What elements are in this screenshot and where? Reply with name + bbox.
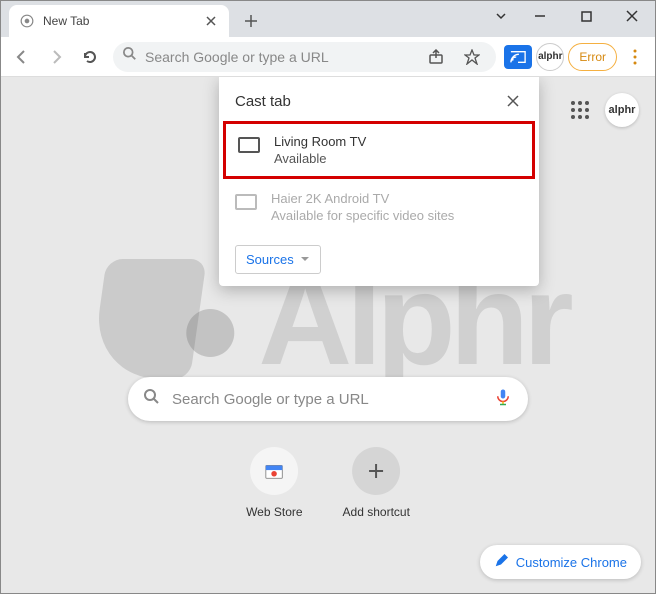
device-info: Living Room TV Available (274, 134, 366, 166)
sources-dropdown[interactable]: Sources (235, 245, 321, 274)
share-icon[interactable] (422, 43, 450, 71)
cast-panel: Cast tab Living Room TV Available Haier … (219, 77, 539, 286)
error-button[interactable]: Error (568, 43, 617, 71)
tab-title: New Tab (43, 14, 195, 28)
window-close-button[interactable] (609, 1, 655, 31)
ntp-header-icons: alphr (571, 93, 639, 127)
window-minimize-button[interactable] (517, 1, 563, 31)
plus-icon (352, 447, 400, 495)
shortcut-web-store[interactable]: Web Store (246, 447, 302, 519)
cast-panel-title: Cast tab (235, 93, 291, 110)
search-icon (123, 47, 137, 66)
new-tab-button[interactable] (237, 7, 265, 35)
device-info: Haier 2K Android TV Available for specif… (271, 191, 454, 223)
pencil-icon (494, 554, 508, 571)
ntp-search-box[interactable]: Search Google or type a URL (128, 377, 528, 421)
chrome-favicon-icon (19, 13, 35, 29)
tab-close-icon[interactable] (203, 13, 219, 29)
customize-chrome-button[interactable]: Customize Chrome (480, 545, 641, 579)
cast-icon[interactable] (504, 45, 532, 69)
chevron-down-icon (300, 252, 310, 267)
search-icon (144, 389, 160, 410)
shortcut-label: Add shortcut (343, 505, 410, 519)
menu-dots-icon[interactable] (621, 43, 649, 71)
cast-device-haier[interactable]: Haier 2K Android TV Available for specif… (219, 179, 539, 235)
address-bar-placeholder: Search Google or type a URL (145, 49, 414, 65)
tv-icon (238, 137, 260, 153)
forward-button[interactable] (41, 42, 71, 72)
close-icon[interactable] (503, 91, 523, 111)
device-name: Haier 2K Android TV (271, 191, 454, 206)
sources-label: Sources (246, 252, 294, 267)
address-bar[interactable]: Search Google or type a URL (113, 42, 496, 72)
profile-badge[interactable]: alphr (536, 43, 564, 71)
browser-tab[interactable]: New Tab (9, 5, 229, 37)
voice-search-icon[interactable] (494, 388, 512, 411)
shortcut-add[interactable]: Add shortcut (343, 447, 410, 519)
cast-panel-header: Cast tab (219, 77, 539, 121)
browser-toolbar: Search Google or type a URL alphr Error (1, 37, 655, 77)
reload-button[interactable] (75, 42, 105, 72)
apps-grid-icon[interactable] (571, 101, 589, 119)
web-store-icon (250, 447, 298, 495)
window-controls (485, 1, 655, 31)
device-status: Available for specific video sites (271, 208, 454, 223)
search-placeholder: Search Google or type a URL (172, 391, 482, 408)
window-titlebar: New Tab (1, 1, 655, 37)
tv-icon (235, 194, 257, 210)
back-button[interactable] (7, 42, 37, 72)
window-dropdown-icon[interactable] (485, 1, 517, 31)
window-maximize-button[interactable] (563, 1, 609, 31)
ntp-shortcuts: Web Store Add shortcut (246, 447, 410, 519)
customize-label: Customize Chrome (516, 555, 627, 570)
new-tab-page: Alphr alphr Search Google or type a URL … (1, 77, 655, 593)
bookmark-star-icon[interactable] (458, 43, 486, 71)
cast-device-living-room[interactable]: Living Room TV Available (223, 121, 535, 179)
device-name: Living Room TV (274, 134, 366, 149)
profile-avatar[interactable]: alphr (605, 93, 639, 127)
device-status: Available (274, 151, 366, 166)
shortcut-label: Web Store (246, 505, 302, 519)
